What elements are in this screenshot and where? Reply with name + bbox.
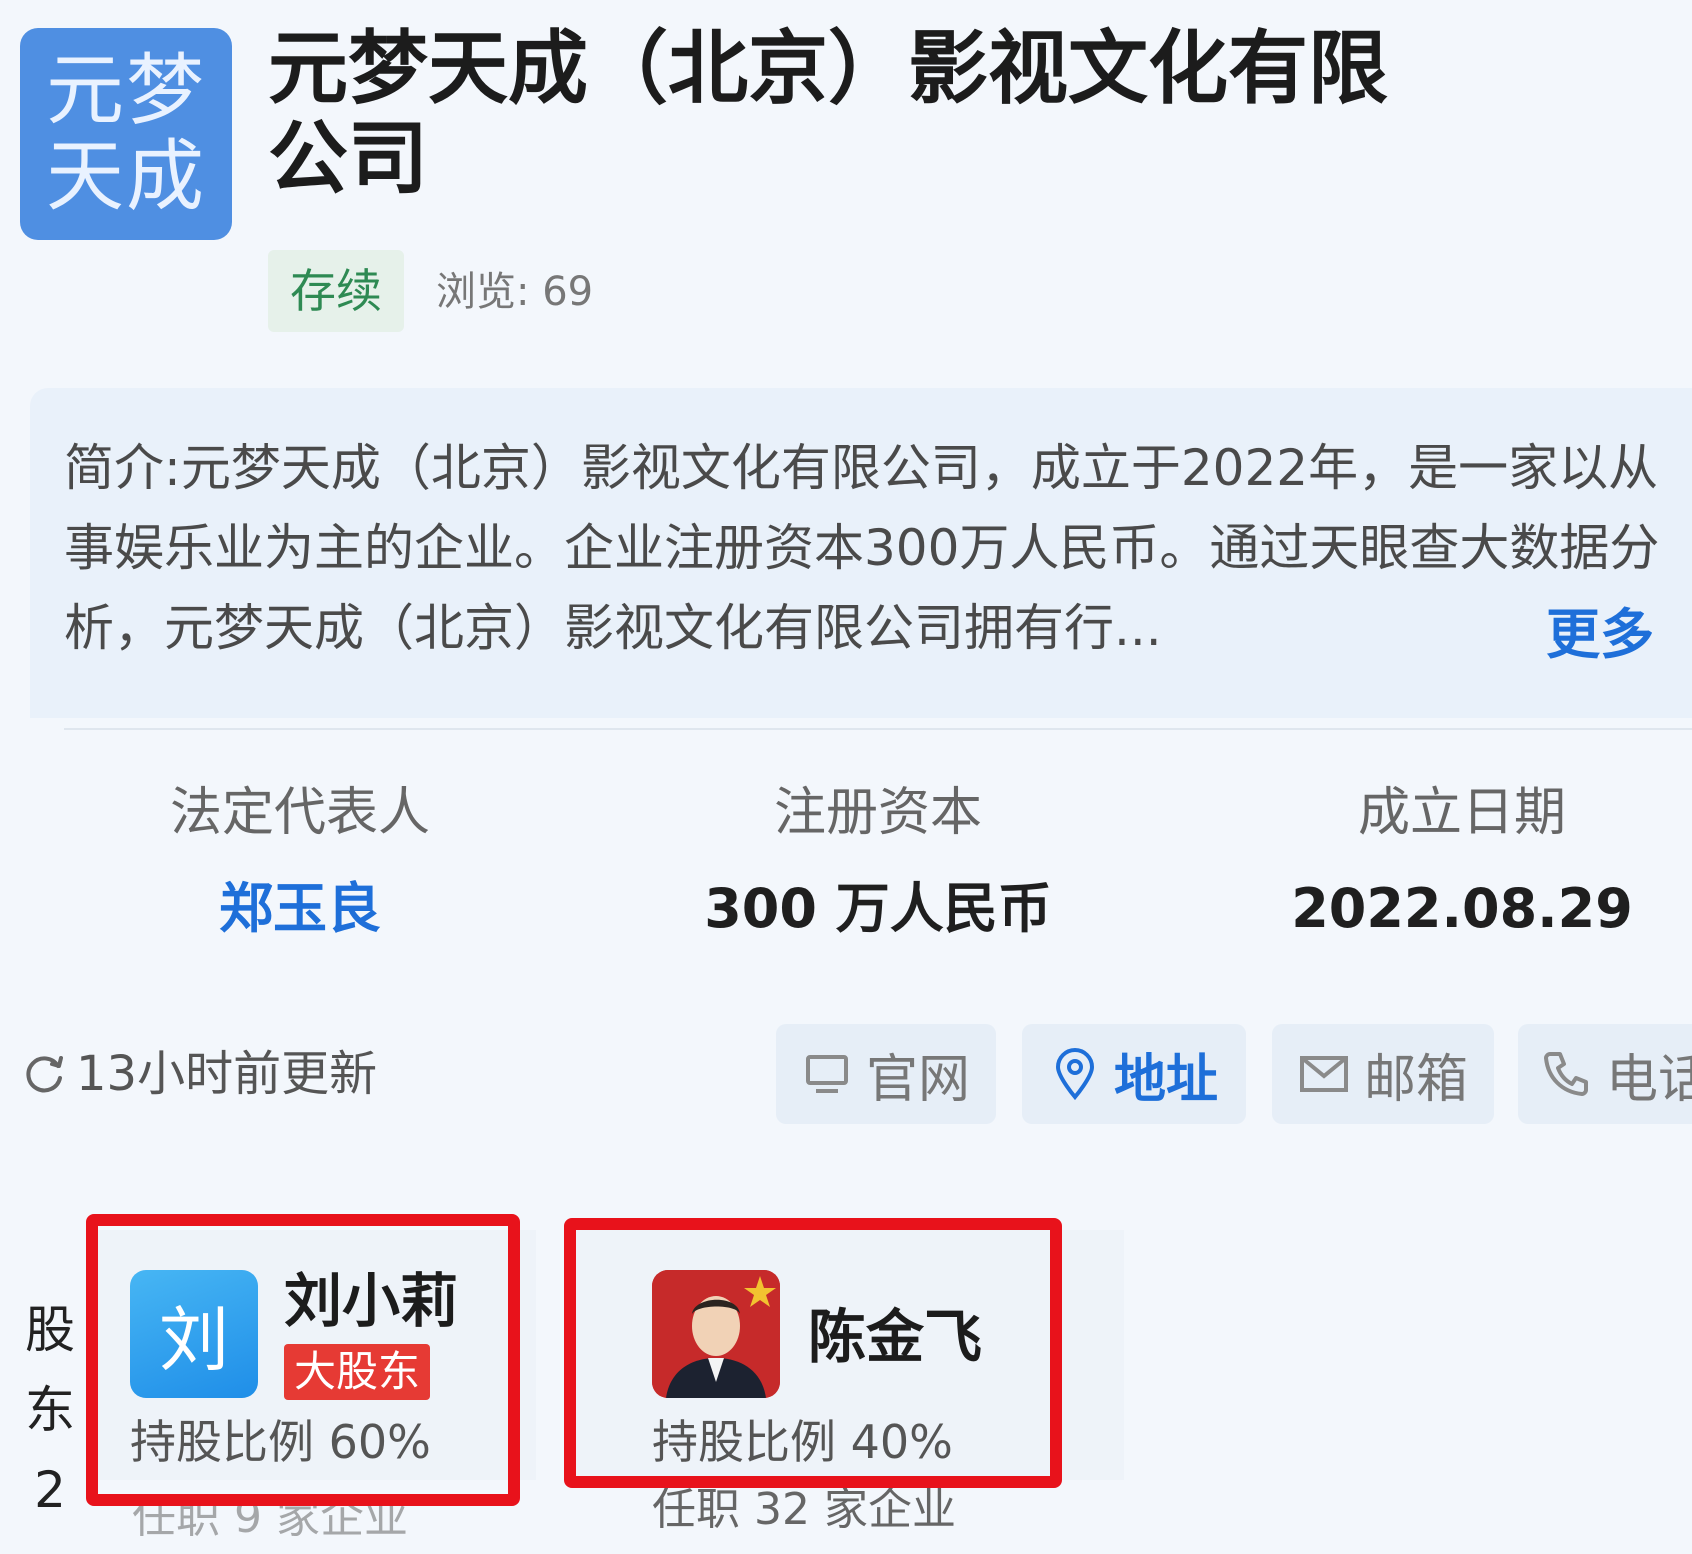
legal-representative-link[interactable]: 郑玉良: [90, 874, 510, 944]
view-count: 浏览: 69: [436, 269, 594, 315]
action-label: 电话: [1606, 1049, 1692, 1110]
location-pin-icon: [1055, 1048, 1094, 1101]
info-label: 注册资本: [773, 783, 982, 843]
monitor-icon: [805, 1055, 848, 1093]
intro-text: 简介:元梦天成（北京）影视文化有限公司，成立于2022年，是一家以从事娱乐业为主…: [64, 439, 1660, 657]
update-text: 13小时前更新: [76, 1046, 378, 1102]
info-value: 2022.08.29: [1291, 877, 1633, 940]
action-label: 官网: [865, 1049, 970, 1110]
update-status[interactable]: 13小时前更新: [22, 1042, 377, 1106]
highlight-box: [564, 1218, 1062, 1488]
action-label: 地址: [1113, 1049, 1218, 1110]
shareholder-count: 2: [34, 1461, 66, 1519]
more-link[interactable]: 更多: [1546, 600, 1654, 670]
registered-capital: 注册资本 300 万人民币: [668, 778, 1088, 944]
logo-text: 元梦天成: [45, 46, 206, 222]
info-value: 300 万人民币: [704, 877, 1052, 940]
mail-icon: [1299, 1056, 1348, 1092]
status-badge: 存续: [268, 250, 404, 332]
email-button[interactable]: 邮箱: [1272, 1024, 1494, 1124]
address-button[interactable]: 地址: [1022, 1024, 1246, 1124]
refresh-icon: [26, 1056, 63, 1093]
info-label: 成立日期: [1357, 783, 1566, 843]
website-button[interactable]: 官网: [776, 1024, 996, 1124]
positions-count: 任职 32 家企业: [652, 1484, 956, 1535]
divider: [64, 728, 1692, 730]
shareholder-label[interactable]: 股东 2: [22, 1290, 78, 1530]
phone-button[interactable]: 电话: [1518, 1024, 1692, 1124]
shareholder-label-text: 股东: [25, 1301, 75, 1439]
action-label: 邮箱: [1363, 1049, 1468, 1110]
highlight-box: [86, 1214, 520, 1506]
company-logo: 元梦天成: [20, 28, 232, 240]
company-name: 元梦天成（北京）影视文化有限公司: [268, 22, 1388, 205]
info-label: 法定代表人: [169, 783, 430, 843]
phone-icon: [1544, 1052, 1588, 1096]
establish-date: 成立日期 2022.08.29: [1252, 778, 1672, 944]
legal-representative: 法定代表人 郑玉良: [90, 778, 510, 944]
